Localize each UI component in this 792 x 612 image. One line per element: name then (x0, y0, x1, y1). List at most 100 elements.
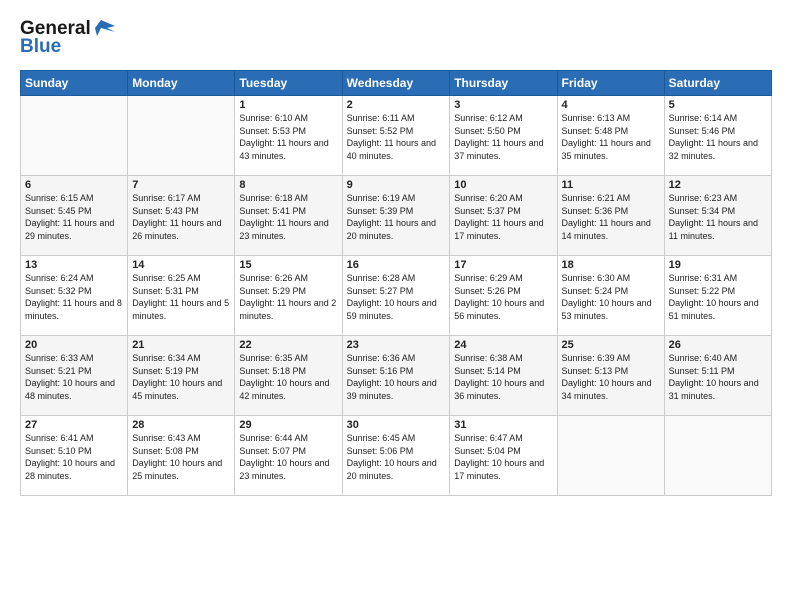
day-number: 29 (239, 419, 337, 431)
weekday-header-friday: Friday (557, 71, 664, 96)
weekday-header-monday: Monday (128, 71, 235, 96)
calendar-cell: 26Sunrise: 6:40 AM Sunset: 5:11 PM Dayli… (664, 336, 771, 416)
calendar-cell: 12Sunrise: 6:23 AM Sunset: 5:34 PM Dayli… (664, 176, 771, 256)
day-info: Sunrise: 6:25 AM Sunset: 5:31 PM Dayligh… (132, 272, 230, 322)
calendar-cell: 28Sunrise: 6:43 AM Sunset: 5:08 PM Dayli… (128, 416, 235, 496)
calendar-cell: 7Sunrise: 6:17 AM Sunset: 5:43 PM Daylig… (128, 176, 235, 256)
day-info: Sunrise: 6:40 AM Sunset: 5:11 PM Dayligh… (669, 352, 767, 402)
calendar-cell: 14Sunrise: 6:25 AM Sunset: 5:31 PM Dayli… (128, 256, 235, 336)
calendar-cell: 3Sunrise: 6:12 AM Sunset: 5:50 PM Daylig… (450, 96, 557, 176)
day-number: 14 (132, 259, 230, 271)
day-number: 19 (669, 259, 767, 271)
day-info: Sunrise: 6:39 AM Sunset: 5:13 PM Dayligh… (562, 352, 660, 402)
weekday-header-sunday: Sunday (21, 71, 128, 96)
day-info: Sunrise: 6:38 AM Sunset: 5:14 PM Dayligh… (454, 352, 552, 402)
weekday-header-thursday: Thursday (450, 71, 557, 96)
day-info: Sunrise: 6:43 AM Sunset: 5:08 PM Dayligh… (132, 432, 230, 482)
calendar-cell: 15Sunrise: 6:26 AM Sunset: 5:29 PM Dayli… (235, 256, 342, 336)
day-info: Sunrise: 6:14 AM Sunset: 5:46 PM Dayligh… (669, 112, 767, 162)
day-info: Sunrise: 6:31 AM Sunset: 5:22 PM Dayligh… (669, 272, 767, 322)
weekday-header-tuesday: Tuesday (235, 71, 342, 96)
calendar-cell: 24Sunrise: 6:38 AM Sunset: 5:14 PM Dayli… (450, 336, 557, 416)
calendar-cell: 22Sunrise: 6:35 AM Sunset: 5:18 PM Dayli… (235, 336, 342, 416)
day-number: 15 (239, 259, 337, 271)
weekday-header-row: SundayMondayTuesdayWednesdayThursdayFrid… (21, 71, 772, 96)
calendar-cell (557, 416, 664, 496)
day-number: 7 (132, 179, 230, 191)
calendar-cell: 4Sunrise: 6:13 AM Sunset: 5:48 PM Daylig… (557, 96, 664, 176)
day-number: 16 (347, 259, 446, 271)
day-info: Sunrise: 6:44 AM Sunset: 5:07 PM Dayligh… (239, 432, 337, 482)
calendar-cell: 1Sunrise: 6:10 AM Sunset: 5:53 PM Daylig… (235, 96, 342, 176)
day-info: Sunrise: 6:20 AM Sunset: 5:37 PM Dayligh… (454, 192, 552, 242)
calendar-cell: 13Sunrise: 6:24 AM Sunset: 5:32 PM Dayli… (21, 256, 128, 336)
day-info: Sunrise: 6:24 AM Sunset: 5:32 PM Dayligh… (25, 272, 123, 322)
day-number: 1 (239, 99, 337, 111)
day-info: Sunrise: 6:30 AM Sunset: 5:24 PM Dayligh… (562, 272, 660, 322)
calendar-cell: 2Sunrise: 6:11 AM Sunset: 5:52 PM Daylig… (342, 96, 450, 176)
day-info: Sunrise: 6:10 AM Sunset: 5:53 PM Dayligh… (239, 112, 337, 162)
day-number: 27 (25, 419, 123, 431)
day-number: 4 (562, 99, 660, 111)
day-info: Sunrise: 6:19 AM Sunset: 5:39 PM Dayligh… (347, 192, 446, 242)
day-info: Sunrise: 6:21 AM Sunset: 5:36 PM Dayligh… (562, 192, 660, 242)
day-number: 3 (454, 99, 552, 111)
calendar-cell: 10Sunrise: 6:20 AM Sunset: 5:37 PM Dayli… (450, 176, 557, 256)
week-row-4: 20Sunrise: 6:33 AM Sunset: 5:21 PM Dayli… (21, 336, 772, 416)
day-number: 31 (454, 419, 552, 431)
day-info: Sunrise: 6:17 AM Sunset: 5:43 PM Dayligh… (132, 192, 230, 242)
calendar-cell: 23Sunrise: 6:36 AM Sunset: 5:16 PM Dayli… (342, 336, 450, 416)
day-number: 9 (347, 179, 446, 191)
week-row-3: 13Sunrise: 6:24 AM Sunset: 5:32 PM Dayli… (21, 256, 772, 336)
calendar-cell: 30Sunrise: 6:45 AM Sunset: 5:06 PM Dayli… (342, 416, 450, 496)
day-info: Sunrise: 6:45 AM Sunset: 5:06 PM Dayligh… (347, 432, 446, 482)
day-number: 28 (132, 419, 230, 431)
weekday-header-saturday: Saturday (664, 71, 771, 96)
day-number: 2 (347, 99, 446, 111)
logo: General Blue (20, 18, 115, 58)
day-number: 20 (25, 339, 123, 351)
day-number: 26 (669, 339, 767, 351)
day-info: Sunrise: 6:13 AM Sunset: 5:48 PM Dayligh… (562, 112, 660, 162)
day-info: Sunrise: 6:29 AM Sunset: 5:26 PM Dayligh… (454, 272, 552, 322)
calendar-cell: 11Sunrise: 6:21 AM Sunset: 5:36 PM Dayli… (557, 176, 664, 256)
day-number: 24 (454, 339, 552, 351)
day-info: Sunrise: 6:34 AM Sunset: 5:19 PM Dayligh… (132, 352, 230, 402)
day-number: 11 (562, 179, 660, 191)
day-info: Sunrise: 6:33 AM Sunset: 5:21 PM Dayligh… (25, 352, 123, 402)
calendar-cell: 8Sunrise: 6:18 AM Sunset: 5:41 PM Daylig… (235, 176, 342, 256)
calendar-cell: 9Sunrise: 6:19 AM Sunset: 5:39 PM Daylig… (342, 176, 450, 256)
day-info: Sunrise: 6:23 AM Sunset: 5:34 PM Dayligh… (669, 192, 767, 242)
calendar-cell: 18Sunrise: 6:30 AM Sunset: 5:24 PM Dayli… (557, 256, 664, 336)
logo-bird-icon (93, 18, 115, 40)
day-number: 25 (562, 339, 660, 351)
header: General Blue (20, 18, 772, 58)
day-number: 12 (669, 179, 767, 191)
day-number: 8 (239, 179, 337, 191)
day-number: 23 (347, 339, 446, 351)
day-info: Sunrise: 6:18 AM Sunset: 5:41 PM Dayligh… (239, 192, 337, 242)
day-info: Sunrise: 6:12 AM Sunset: 5:50 PM Dayligh… (454, 112, 552, 162)
day-info: Sunrise: 6:26 AM Sunset: 5:29 PM Dayligh… (239, 272, 337, 322)
day-info: Sunrise: 6:47 AM Sunset: 5:04 PM Dayligh… (454, 432, 552, 482)
day-number: 6 (25, 179, 123, 191)
calendar-cell: 16Sunrise: 6:28 AM Sunset: 5:27 PM Dayli… (342, 256, 450, 336)
calendar-cell: 31Sunrise: 6:47 AM Sunset: 5:04 PM Dayli… (450, 416, 557, 496)
calendar-cell: 21Sunrise: 6:34 AM Sunset: 5:19 PM Dayli… (128, 336, 235, 416)
day-info: Sunrise: 6:11 AM Sunset: 5:52 PM Dayligh… (347, 112, 446, 162)
calendar-cell: 29Sunrise: 6:44 AM Sunset: 5:07 PM Dayli… (235, 416, 342, 496)
calendar-cell: 6Sunrise: 6:15 AM Sunset: 5:45 PM Daylig… (21, 176, 128, 256)
day-number: 21 (132, 339, 230, 351)
day-number: 10 (454, 179, 552, 191)
day-number: 5 (669, 99, 767, 111)
calendar-cell: 25Sunrise: 6:39 AM Sunset: 5:13 PM Dayli… (557, 336, 664, 416)
day-info: Sunrise: 6:15 AM Sunset: 5:45 PM Dayligh… (25, 192, 123, 242)
logo-text-blue: Blue (20, 36, 61, 58)
weekday-header-wednesday: Wednesday (342, 71, 450, 96)
day-info: Sunrise: 6:35 AM Sunset: 5:18 PM Dayligh… (239, 352, 337, 402)
day-info: Sunrise: 6:36 AM Sunset: 5:16 PM Dayligh… (347, 352, 446, 402)
calendar-cell (664, 416, 771, 496)
calendar-cell: 5Sunrise: 6:14 AM Sunset: 5:46 PM Daylig… (664, 96, 771, 176)
calendar-cell: 20Sunrise: 6:33 AM Sunset: 5:21 PM Dayli… (21, 336, 128, 416)
calendar-cell (128, 96, 235, 176)
